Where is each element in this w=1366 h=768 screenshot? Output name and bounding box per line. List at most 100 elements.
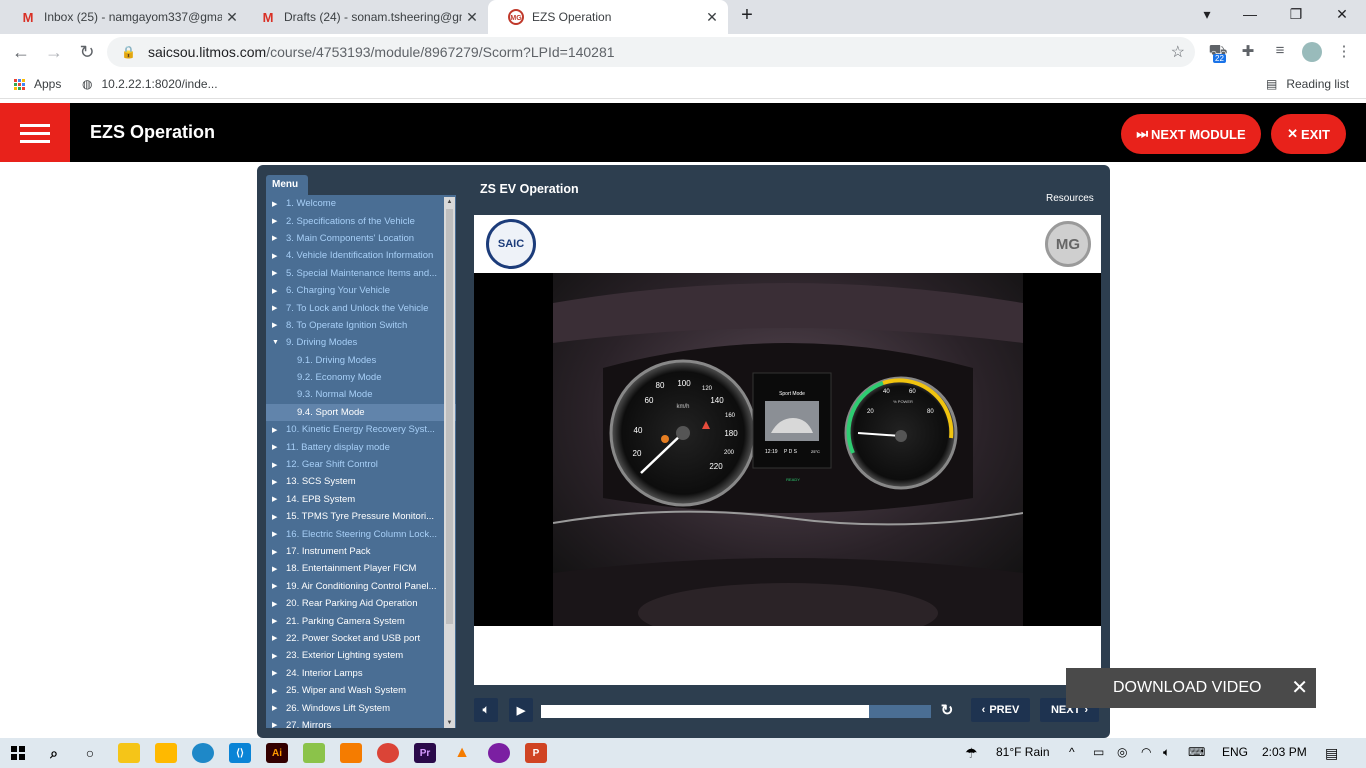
vlc-icon[interactable]: ▲ bbox=[451, 743, 473, 763]
next-module-button[interactable]: ⏭ NEXT MODULE bbox=[1121, 114, 1261, 154]
menu-item[interactable]: ▶ 22. Power Socket and USB port bbox=[266, 630, 456, 647]
menu-item[interactable]: ▶ 17. Instrument Pack bbox=[266, 543, 456, 560]
menu-item[interactable]: ▶ 14. EPB System bbox=[266, 491, 456, 508]
menu-item[interactable]: ▶ 19. Air Conditioning Control Panel... bbox=[266, 578, 456, 595]
menu-item[interactable]: 9.1. Driving Modes bbox=[266, 352, 456, 369]
powerpoint-icon[interactable]: P bbox=[525, 743, 547, 763]
minimize-icon[interactable]: — bbox=[1230, 6, 1270, 22]
premiere-icon[interactable]: Pr bbox=[414, 743, 436, 763]
menu-tab[interactable]: Menu bbox=[266, 175, 308, 195]
play-button[interactable]: ▶ bbox=[509, 698, 533, 722]
video-frame[interactable]: km/h 20 40 60 80 100 120 140 160 180 200… bbox=[474, 273, 1101, 626]
restore-icon[interactable]: ❐ bbox=[1276, 6, 1316, 23]
resources-link[interactable]: Resources bbox=[1046, 193, 1094, 204]
menu-item[interactable]: ▼ 9. Driving Modes bbox=[266, 334, 456, 351]
vscode-icon[interactable]: ⟨⟩ bbox=[229, 743, 251, 763]
keyboard-icon[interactable]: ⌨ bbox=[1188, 745, 1205, 759]
bookmark-star-icon[interactable]: ☆ bbox=[1171, 42, 1185, 62]
tab-ezs-operation[interactable]: MG EZS Operation ✕ bbox=[488, 0, 728, 34]
menu-item[interactable]: ▶ 27. Mirrors bbox=[266, 717, 456, 728]
menu-item[interactable]: ▶ 23. Exterior Lighting system bbox=[266, 647, 456, 664]
menu-item[interactable]: ▶ 7. To Lock and Unlock the Vehicle bbox=[266, 299, 456, 316]
search-icon[interactable]: ⌕ bbox=[43, 743, 65, 763]
wifi-icon[interactable]: ◠ bbox=[1141, 745, 1151, 759]
reload-icon[interactable]: ↻ bbox=[75, 40, 99, 64]
speed-tick: 220 bbox=[709, 462, 723, 471]
menu-item[interactable]: ▶ 25. Wiper and Wash System bbox=[266, 682, 456, 699]
windows-start-icon[interactable] bbox=[7, 743, 29, 763]
menu-item-label: 21. Parking Camera System bbox=[286, 615, 405, 627]
edge-icon[interactable] bbox=[192, 743, 214, 763]
menu-item[interactable]: ▶ 1. Welcome bbox=[266, 195, 456, 212]
menu-item[interactable]: ▶ 15. TPMS Tyre Pressure Monitori... bbox=[266, 508, 456, 525]
android-studio-icon[interactable] bbox=[303, 743, 325, 763]
menu-item[interactable]: ▶ 5. Special Maintenance Items and... bbox=[266, 265, 456, 282]
task-view-icon[interactable]: ○ bbox=[79, 743, 101, 763]
menu-item[interactable]: 9.4. Sport Mode bbox=[266, 403, 456, 422]
tab-search-icon[interactable]: ▾ bbox=[1187, 6, 1227, 23]
volume-icon[interactable]: 🔈︎ bbox=[1163, 745, 1170, 760]
menu-item[interactable]: 9.2. Economy Mode bbox=[266, 369, 456, 386]
bookmarks-bar: Apps ◍ 10.2.22.1:8020/inde... ▤ Reading … bbox=[0, 70, 1366, 99]
close-tab-icon[interactable]: ✕ bbox=[462, 9, 482, 26]
menu-item[interactable]: ▶ 20. Rear Parking Aid Operation bbox=[266, 595, 456, 612]
scrollbar-thumb[interactable] bbox=[446, 209, 453, 624]
kebab-menu-icon[interactable]: ⋮ bbox=[1334, 42, 1354, 62]
clock[interactable]: 2:03 PM bbox=[1262, 745, 1307, 759]
menu-item[interactable]: 9.3. Normal Mode bbox=[266, 386, 456, 403]
media-icon[interactable]: ≡ bbox=[1270, 42, 1290, 62]
close-tab-icon[interactable]: ✕ bbox=[702, 9, 722, 26]
new-tab-icon[interactable]: + bbox=[727, 4, 767, 27]
bookmark-local-link[interactable]: ◍ 10.2.22.1:8020/inde... bbox=[82, 77, 218, 91]
video-progress-bar[interactable] bbox=[541, 705, 931, 718]
menu-item[interactable]: ▶ 6. Charging Your Vehicle bbox=[266, 282, 456, 299]
prev-button[interactable]: ‹ PREV bbox=[971, 698, 1030, 722]
menu-item[interactable]: ▶ 12. Gear Shift Control bbox=[266, 456, 456, 473]
notifications-icon[interactable]: ▤ bbox=[1325, 745, 1338, 762]
close-icon[interactable]: ✕ bbox=[1291, 675, 1308, 700]
battery-icon[interactable]: ▭ bbox=[1093, 745, 1104, 759]
illustrator-icon[interactable]: Ai bbox=[266, 743, 288, 763]
menu-item[interactable]: ▶ 3. Main Components' Location bbox=[266, 230, 456, 247]
meet-icon[interactable]: ◎ bbox=[1117, 745, 1127, 759]
app-icon[interactable] bbox=[488, 743, 510, 763]
menu-item[interactable]: ▶ 10. Kinetic Energy Recovery Syst... bbox=[266, 421, 456, 438]
menu-item[interactable]: ▶ 24. Interior Lamps bbox=[266, 665, 456, 682]
menu-item[interactable]: ▶ 8. To Operate Ignition Switch bbox=[266, 317, 456, 334]
menu-item[interactable]: ▶ 13. SCS System bbox=[266, 473, 456, 490]
chrome-icon[interactable] bbox=[377, 743, 399, 763]
tab-drafts[interactable]: M Drafts (24) - sonam.tsheering@gmail.co… bbox=[240, 0, 488, 34]
close-window-icon[interactable]: ✕ bbox=[1322, 6, 1362, 23]
tab-inbox[interactable]: M Inbox (25) - namgayom337@gmail.com ✕ bbox=[0, 0, 248, 34]
language-indicator[interactable]: ENG bbox=[1222, 745, 1248, 759]
menu-item[interactable]: ▶ 11. Battery display mode bbox=[266, 438, 456, 455]
menu-item[interactable]: ▶ 4. Vehicle Identification Information bbox=[266, 247, 456, 264]
forward-icon[interactable]: → bbox=[42, 40, 66, 64]
tray-chevron-icon[interactable]: ^ bbox=[1069, 745, 1075, 759]
scroll-up-icon[interactable]: ▲ bbox=[444, 199, 455, 205]
menu-scrollbar[interactable]: ▲ ▼ bbox=[444, 197, 455, 728]
address-bar[interactable]: 🔒 saicsou.litmos.com/course/4753193/modu… bbox=[107, 37, 1195, 67]
bookmark-apps[interactable]: Apps bbox=[14, 77, 61, 91]
hamburger-menu-button[interactable] bbox=[0, 103, 70, 162]
reading-list-button[interactable]: ▤ Reading list bbox=[1266, 77, 1349, 91]
close-tab-icon[interactable]: ✕ bbox=[222, 9, 242, 26]
file-explorer-icon[interactable] bbox=[118, 743, 140, 763]
menu-item[interactable]: ▶ 18. Entertainment Player FICM bbox=[266, 560, 456, 577]
profile-avatar[interactable] bbox=[1302, 42, 1322, 62]
mute-button[interactable]: 🔈︎ bbox=[474, 698, 498, 722]
scroll-down-icon[interactable]: ▼ bbox=[444, 720, 455, 726]
sublime-icon[interactable] bbox=[340, 743, 362, 763]
download-video-bar[interactable]: DOWNLOAD VIDEO ✕ bbox=[1066, 668, 1316, 708]
extension-icon[interactable]: ⛟ 22 bbox=[1208, 42, 1228, 63]
menu-item[interactable]: ▶ 21. Parking Camera System bbox=[266, 612, 456, 629]
menu-item[interactable]: ▶ 2. Specifications of the Vehicle bbox=[266, 212, 456, 229]
weather-text[interactable]: 81°F Rain bbox=[996, 745, 1050, 759]
sticky-notes-icon[interactable] bbox=[155, 743, 177, 763]
menu-item[interactable]: ▶ 26. Windows Lift System bbox=[266, 699, 456, 716]
puzzle-icon[interactable]: ✚ bbox=[1238, 42, 1258, 62]
menu-item[interactable]: ▶ 16. Electric Steering Column Lock... bbox=[266, 525, 456, 542]
back-icon[interactable]: ← bbox=[9, 40, 33, 64]
exit-button[interactable]: ✕ EXIT bbox=[1271, 114, 1346, 154]
replay-button[interactable]: ↻ bbox=[935, 698, 959, 722]
